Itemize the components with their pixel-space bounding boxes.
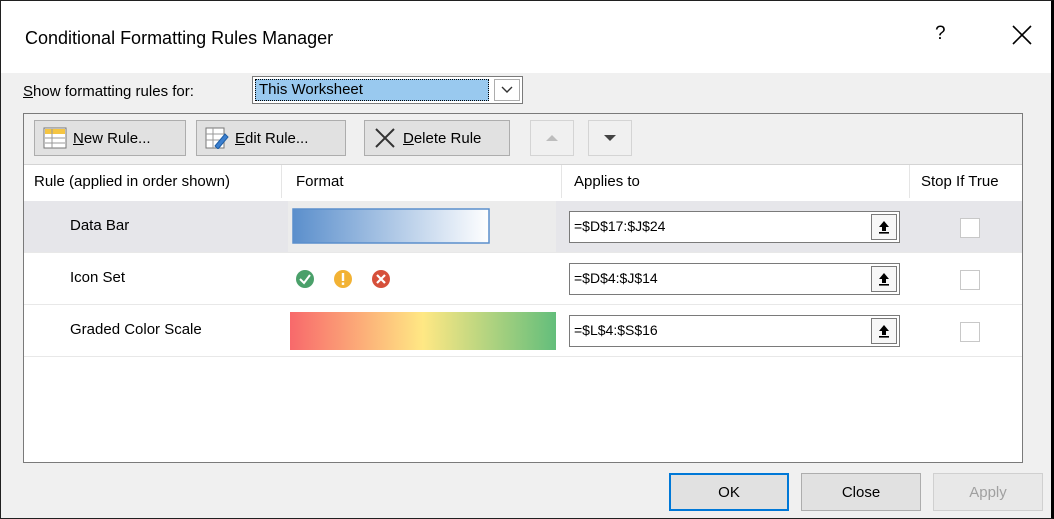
- applies-to-value: =$D$17:$J$24: [574, 218, 666, 234]
- data-bar-format-preview: [288, 201, 556, 253]
- rule-row[interactable]: Icon Set =$D$4:$J$14: [24, 253, 1022, 305]
- delete-rule-label: Delete Rule: [403, 129, 482, 147]
- exclamation-circle-icon: [334, 270, 352, 288]
- applies-to-field[interactable]: =$L$4:$S$16: [569, 315, 900, 347]
- show-rules-row: Show formatting rules for: This Workshee…: [23, 75, 1051, 111]
- range-select-icon[interactable]: [871, 214, 897, 240]
- new-rule-button[interactable]: New Rule...: [34, 120, 186, 156]
- column-header-rule: Rule (applied in order shown): [34, 173, 230, 190]
- help-button[interactable]: ?: [935, 23, 946, 45]
- applies-to-value: =$D$4:$J$14: [574, 270, 658, 286]
- stop-if-true-checkbox[interactable]: [960, 322, 980, 342]
- chevron-down-icon[interactable]: [494, 79, 520, 101]
- rules-column-headers: Rule (applied in order shown) Format App…: [24, 165, 1022, 198]
- apply-button[interactable]: Apply: [933, 473, 1043, 511]
- stop-if-true-checkbox[interactable]: [960, 218, 980, 238]
- x-circle-icon: [372, 270, 390, 288]
- check-circle-icon: [296, 270, 314, 288]
- new-rule-label: New Rule...: [73, 129, 151, 147]
- edit-rule-button[interactable]: Edit Rule...: [196, 120, 346, 156]
- column-divider: [561, 165, 562, 198]
- color-scale-format-preview: [290, 312, 556, 350]
- new-rule-icon: [43, 127, 67, 149]
- column-header-format: Format: [296, 173, 344, 190]
- column-header-applies-to: Applies to: [574, 173, 640, 190]
- rule-row[interactable]: Graded Color Scale =$L$4:$S$16: [24, 305, 1022, 357]
- move-down-button[interactable]: [588, 120, 632, 156]
- triangle-up-icon: [546, 135, 558, 141]
- column-divider: [909, 165, 910, 198]
- triangle-down-icon: [604, 135, 616, 141]
- rule-name: Graded Color Scale: [70, 321, 202, 338]
- dialog-title: Conditional Formatting Rules Manager: [25, 28, 334, 48]
- rules-toolbar: New Rule... Edit Rule... Delete Rule: [24, 114, 1022, 165]
- edit-rule-icon: [205, 127, 229, 149]
- ok-button[interactable]: OK: [669, 473, 789, 511]
- rule-name: Data Bar: [70, 217, 130, 234]
- rules-manager-dialog: Conditional Formatting Rules Manager ? S…: [0, 0, 1054, 519]
- row-divider: [24, 356, 1022, 357]
- column-header-stop-if-true: Stop If True: [921, 173, 999, 190]
- rule-row[interactable]: Data Bar =$D$17:$J$24: [24, 201, 1022, 253]
- stop-if-true-checkbox[interactable]: [960, 270, 980, 290]
- column-divider: [281, 165, 282, 198]
- move-up-button[interactable]: [530, 120, 574, 156]
- applies-to-value: =$L$4:$S$16: [574, 322, 658, 338]
- close-icon[interactable]: [1011, 24, 1033, 46]
- delete-rule-button[interactable]: Delete Rule: [364, 120, 510, 156]
- show-rules-label: Show formatting rules for:: [23, 83, 194, 100]
- range-select-icon[interactable]: [871, 318, 897, 344]
- rule-name: Icon Set: [70, 269, 126, 286]
- close-button[interactable]: Close: [801, 473, 921, 511]
- range-select-icon[interactable]: [871, 266, 897, 292]
- icon-set-format-preview: [294, 268, 414, 290]
- scope-dropdown[interactable]: This Worksheet: [252, 76, 523, 104]
- rules-panel: New Rule... Edit Rule... Delete Rule Rul…: [23, 113, 1023, 463]
- applies-to-field[interactable]: =$D$4:$J$14: [569, 263, 900, 295]
- applies-to-field[interactable]: =$D$17:$J$24: [569, 211, 900, 243]
- edit-rule-label: Edit Rule...: [235, 129, 309, 147]
- title-bar: Conditional Formatting Rules Manager ?: [1, 1, 1051, 73]
- delete-icon: [375, 128, 395, 148]
- scope-dropdown-value: This Worksheet: [255, 79, 489, 101]
